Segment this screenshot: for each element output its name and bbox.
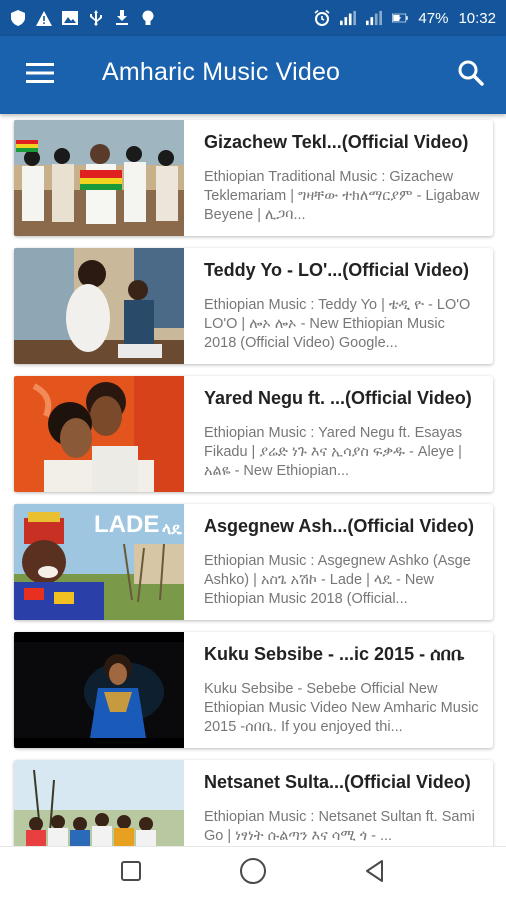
home-button[interactable] bbox=[231, 852, 275, 896]
video-list[interactable]: Gizachew Tekl...(Official Video) Ethiopi… bbox=[0, 114, 506, 846]
video-title[interactable]: Teddy Yo - LO'...(Official Video) bbox=[204, 260, 488, 281]
back-triangle-icon bbox=[363, 859, 387, 888]
thumbnail-lade-text: LADE bbox=[94, 511, 159, 538]
shield-icon bbox=[10, 10, 26, 26]
search-button[interactable] bbox=[454, 58, 488, 92]
warning-icon bbox=[36, 10, 52, 26]
video-description: Ethiopian Music : Asgegnew Ashko (Asge A… bbox=[204, 553, 471, 607]
home-circle-icon bbox=[239, 857, 267, 890]
video-thumbnail[interactable] bbox=[14, 120, 184, 236]
recents-button[interactable] bbox=[109, 852, 153, 896]
lightbulb-icon bbox=[140, 10, 156, 26]
search-icon bbox=[458, 60, 484, 91]
signal-strength-2-icon bbox=[366, 10, 383, 26]
video-thumbnail[interactable] bbox=[14, 760, 184, 846]
image-icon bbox=[62, 10, 78, 26]
video-card[interactable]: Gizachew Tekl...(Official Video) Ethiopi… bbox=[14, 120, 493, 236]
thumbnail-lade-amharic: ላዴ bbox=[162, 519, 182, 538]
battery-percent: 47% bbox=[418, 9, 449, 27]
video-title[interactable]: Yared Negu ft. ...(Official Video) bbox=[204, 388, 488, 409]
video-thumbnail[interactable]: LADE ላዴ bbox=[14, 504, 184, 620]
status-bar-notifications bbox=[10, 10, 156, 26]
video-description: Ethiopian Traditional Music : Gizachew T… bbox=[204, 169, 480, 223]
status-bar-system: 47% 10:32 bbox=[314, 10, 496, 27]
video-thumbnail[interactable] bbox=[14, 248, 184, 364]
video-card[interactable]: Teddy Yo - LO'...(Official Video) Ethiop… bbox=[14, 248, 493, 364]
clock-time: 10:32 bbox=[458, 9, 496, 27]
video-card[interactable]: Yared Negu ft. ...(Official Video) Ethio… bbox=[14, 376, 493, 492]
video-card[interactable]: Kuku Sebsibe - ...ic 2015 - ሰበቤ Kuku Seb… bbox=[14, 632, 493, 748]
video-thumbnail[interactable] bbox=[14, 376, 184, 492]
app-bar: Amharic Music Video bbox=[0, 36, 506, 114]
recents-square-icon bbox=[120, 860, 142, 887]
hamburger-menu-icon bbox=[26, 62, 54, 89]
page-title: Amharic Music Video bbox=[102, 58, 341, 86]
video-title[interactable]: Netsanet Sulta...(Official Video) bbox=[204, 772, 488, 793]
system-navigation-bar bbox=[0, 846, 506, 900]
video-title[interactable]: Asgegnew Ash...(Official Video) bbox=[204, 516, 488, 537]
signal-strength-icon bbox=[340, 10, 357, 26]
battery-charging-icon bbox=[392, 10, 409, 26]
video-card[interactable]: Netsanet Sulta...(Official Video) Ethiop… bbox=[14, 760, 493, 846]
status-bar: 47% 10:32 bbox=[0, 0, 506, 36]
back-button[interactable] bbox=[353, 852, 397, 896]
video-card[interactable]: LADE ላዴ Asgegnew Ash...(Official Video) … bbox=[14, 504, 493, 620]
download-icon bbox=[114, 10, 130, 26]
video-description: Ethiopian Music : Teddy Yo | ቴዲ ዮ - LO'O… bbox=[204, 297, 471, 351]
menu-button[interactable] bbox=[20, 60, 60, 90]
video-description: Kuku Sebsibe - Sebebe Official New Ethio… bbox=[204, 681, 479, 735]
usb-icon bbox=[88, 10, 104, 26]
video-title[interactable]: Kuku Sebsibe - ...ic 2015 - ሰበቤ bbox=[204, 644, 488, 665]
video-thumbnail[interactable] bbox=[14, 632, 184, 748]
phone-screen: 47% 10:32 Amharic Music Video Gizachew T… bbox=[0, 0, 506, 900]
video-description: Ethiopian Music : Yared Negu ft. Esayas … bbox=[204, 425, 463, 479]
alarm-clock-icon bbox=[314, 10, 330, 26]
video-description: Ethiopian Music : Netsanet Sultan ft. Sa… bbox=[204, 809, 475, 844]
video-title[interactable]: Gizachew Tekl...(Official Video) bbox=[204, 132, 488, 153]
